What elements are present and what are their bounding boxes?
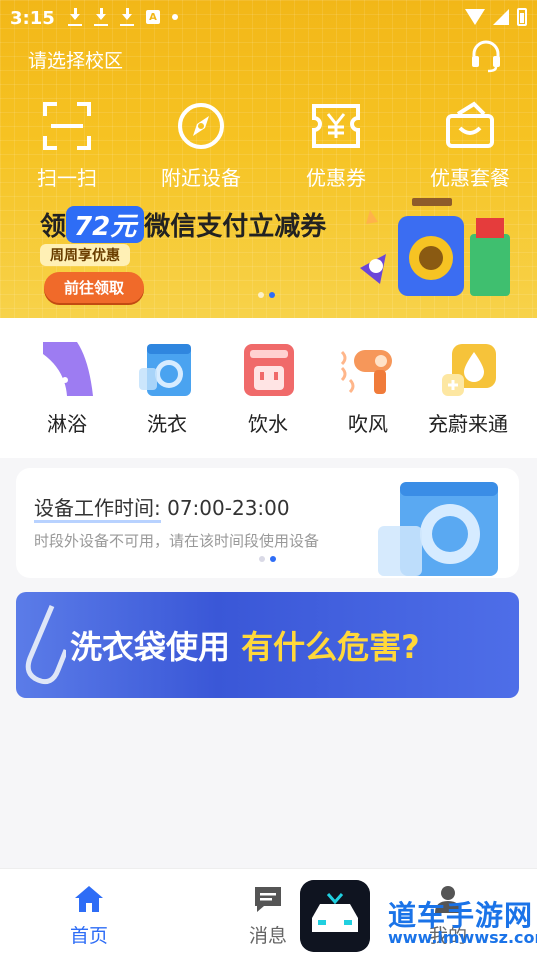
promo-title-suffix: 微信支付立减券 bbox=[144, 212, 327, 242]
service-grid: 淋浴 洗衣 饮水 吹风 充蔚来通 bbox=[0, 318, 537, 458]
campus-selector[interactable]: 请选择校区 bbox=[28, 46, 123, 73]
working-hours-label: 设备工作时间: bbox=[34, 496, 161, 523]
download-icon bbox=[120, 8, 134, 26]
article-banner[interactable]: 洗衣袋使用 有什么危害? bbox=[16, 592, 519, 698]
tab-home[interactable]: 首页 bbox=[39, 883, 139, 948]
quick-action-scan[interactable]: 扫一扫 bbox=[12, 100, 122, 191]
paperclip-icon bbox=[25, 605, 66, 685]
signal-icon bbox=[493, 9, 509, 25]
status-time: 3:15 bbox=[10, 8, 55, 29]
tab-label: 首页 bbox=[69, 925, 108, 947]
service-laundry[interactable]: 洗衣 bbox=[117, 340, 217, 437]
promo-title-prefix: 领 bbox=[40, 212, 67, 242]
promo-claim-button[interactable]: 前往领取 bbox=[44, 272, 145, 303]
water-dispenser-icon bbox=[244, 344, 294, 396]
watermark: 道车手游网 www.lmwwsz.com bbox=[300, 880, 537, 956]
quick-action-package[interactable]: 优惠套餐 bbox=[415, 100, 525, 191]
banner-pagination bbox=[258, 292, 275, 298]
service-label: 饮水 bbox=[248, 412, 288, 436]
hair-dryer-icon bbox=[340, 350, 392, 394]
quick-action-nearby[interactable]: 附近设备 bbox=[146, 100, 256, 191]
battery-icon bbox=[517, 8, 527, 26]
status-notifications: A bbox=[68, 8, 178, 26]
washer-icon bbox=[139, 344, 191, 396]
article-title-yellow: 有什么危害? bbox=[241, 628, 420, 666]
promo-title: 领 72元 微信支付立减券 bbox=[40, 206, 326, 243]
washer-illustration bbox=[378, 482, 498, 576]
promo-subtitle: 周周享优惠 bbox=[40, 244, 130, 266]
message-icon bbox=[255, 887, 281, 912]
service-label: 充蔚来通 bbox=[428, 412, 508, 436]
home-icon bbox=[75, 886, 103, 912]
service-label: 淋浴 bbox=[47, 412, 87, 436]
promo-amount-pill: 72元 bbox=[66, 206, 145, 243]
tab-label: 消息 bbox=[248, 925, 287, 947]
wifi-icon bbox=[465, 9, 485, 25]
quick-action-label: 附近设备 bbox=[161, 166, 241, 190]
download-icon bbox=[68, 8, 82, 26]
pagination-dot bbox=[259, 556, 265, 562]
working-hours-card[interactable]: 设备工作时间: 07:00-23:00 时段外设备不可用，请在该时间段使用设备 bbox=[16, 468, 519, 578]
recharge-drop-icon bbox=[442, 344, 496, 396]
quick-action-coupon[interactable]: 优惠券 bbox=[281, 100, 391, 191]
a-badge-icon: A bbox=[146, 10, 160, 24]
shower-icon bbox=[43, 342, 93, 396]
pagination-dot-active bbox=[269, 292, 275, 298]
promo-banner[interactable]: 领 72元 微信支付立减券 周周享优惠 前往领取 bbox=[0, 188, 537, 318]
service-label: 吹风 bbox=[348, 412, 388, 436]
download-icon bbox=[94, 8, 108, 26]
working-hours-title: 设备工作时间: 07:00-23:00 bbox=[34, 492, 290, 523]
promo-illustration bbox=[360, 198, 510, 296]
coupon-icon bbox=[312, 104, 360, 148]
working-hours-value: 07:00-23:00 bbox=[167, 496, 290, 520]
status-bar: 3:15 A bbox=[0, 0, 537, 36]
service-water[interactable]: 饮水 bbox=[218, 340, 318, 437]
service-label: 洗衣 bbox=[147, 412, 187, 436]
headset-icon[interactable] bbox=[470, 40, 502, 74]
pagination-dot bbox=[258, 292, 264, 298]
pagination-dot-active bbox=[270, 556, 276, 562]
notification-dot-icon bbox=[172, 14, 178, 20]
service-recharge[interactable]: 充蔚来通 bbox=[418, 340, 518, 437]
watermark-logo-icon bbox=[300, 880, 370, 952]
package-icon bbox=[446, 101, 494, 148]
service-dryer[interactable]: 吹风 bbox=[318, 340, 418, 437]
quick-action-label: 扫一扫 bbox=[37, 166, 97, 190]
watermark-url: www.lmwwsz.com bbox=[388, 928, 537, 947]
quick-action-label: 优惠券 bbox=[306, 166, 366, 190]
article-title-white: 洗衣袋使用 bbox=[70, 628, 231, 666]
status-system-icons bbox=[465, 8, 527, 26]
notice-pagination bbox=[259, 556, 276, 562]
quick-action-label: 优惠套餐 bbox=[430, 166, 510, 190]
compass-icon bbox=[178, 103, 224, 149]
hero-header: 3:15 A 请选择校区 扫一扫 附近设备 优惠券 优惠套餐 领 72元 微信支… bbox=[0, 0, 537, 318]
scan-icon bbox=[43, 102, 91, 150]
article-title: 洗衣袋使用 有什么危害? bbox=[70, 622, 420, 668]
service-shower[interactable]: 淋浴 bbox=[17, 340, 117, 437]
working-hours-subtitle: 时段外设备不可用，请在该时间段使用设备 bbox=[34, 532, 320, 550]
